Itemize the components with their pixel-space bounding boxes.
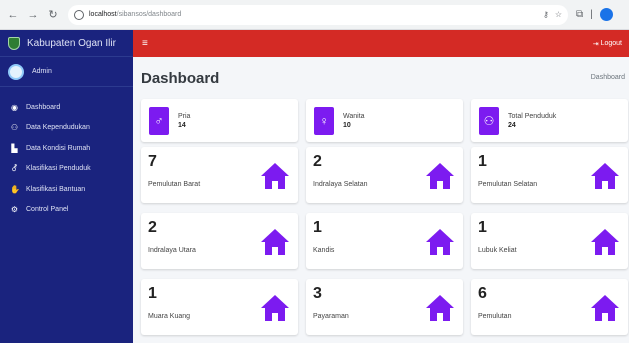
reload-icon[interactable]: ↻ [46, 8, 60, 22]
home-icon [591, 295, 619, 321]
info-box-total-penduduk: ⚇ Total Penduduk 24 [471, 99, 628, 142]
sidebar-item-label: Control Panel [26, 206, 69, 214]
info-box-pria: ♂ Pria 14 [141, 99, 298, 142]
sidebar-item-dashboard[interactable]: ◉ Dashboard [0, 97, 133, 118]
logout-label: Logout [600, 40, 622, 47]
users-icon: ⚇ [479, 106, 499, 135]
region-box-muara-kuang: 1 Muara Kuang [141, 279, 298, 335]
page-title: Dashboard [141, 70, 220, 87]
female-icon: ♀ [314, 106, 334, 135]
region-name: Pemulutan [478, 313, 512, 320]
menu-toggle-icon[interactable]: ≡ [142, 38, 148, 49]
region-box-kandis: 1 Kandis [306, 213, 463, 269]
browser-toolbar: ← → ↻ localhost/sibansos/dashboard ⚷ ☆ ⧉… [0, 0, 629, 30]
region-name: Indralaya Selatan [313, 181, 368, 188]
region-box-indralaya-selatan: 2 Indralaya Selatan [306, 147, 463, 203]
brand-name: Kabupaten Ogan Ilir [27, 37, 116, 49]
region-count: 2 [313, 153, 322, 170]
password-key-icon[interactable]: ⚷ [543, 10, 549, 19]
sidebar-menu: ◉ Dashboard ⚇ Data Kependudukan ▙ Data K… [0, 87, 133, 220]
url-host: localhost [89, 11, 117, 18]
sidebar-item-control-panel[interactable]: ⚙ Control Panel [0, 200, 133, 221]
divider: | [590, 9, 593, 20]
region-name: Pemulutan Barat [148, 181, 201, 188]
home-icon [261, 163, 289, 189]
region-name: Muara Kuang [148, 313, 191, 320]
sidebar-item-klasifikasi-penduduk[interactable]: ⚦ Klasifikasi Penduduk [0, 159, 133, 180]
profile-avatar[interactable] [599, 8, 613, 21]
region-count: 7 [148, 153, 157, 170]
region-count: 6 [478, 285, 487, 302]
bookmark-star-icon[interactable]: ☆ [555, 10, 562, 19]
region-count: 1 [313, 219, 322, 236]
building-icon: ▙ [11, 143, 18, 153]
info-box-wanita: ♀ Wanita 10 [306, 99, 463, 142]
sidebar-item-label: Klasifikasi Penduduk [26, 165, 91, 173]
forward-icon[interactable]: → [26, 8, 40, 22]
home-icon [426, 295, 454, 321]
sidebar-item-data-kependudukan[interactable]: ⚇ Data Kependudukan [0, 118, 133, 139]
region-name: Pemulutan Selatan [478, 181, 538, 188]
region-box-pemulutan-barat: 7 Pemulutan Barat [141, 147, 298, 203]
brand[interactable]: Kabupaten Ogan Ilir [0, 30, 133, 57]
home-icon [591, 229, 619, 255]
breadcrumb[interactable]: Dashboard [591, 74, 625, 81]
palette-icon: ◉ [11, 102, 18, 112]
top-navbar: ≡ ⇥ Logout [133, 30, 629, 57]
home-icon [261, 229, 289, 255]
info-value: 24 [508, 121, 516, 129]
home-icon [591, 163, 619, 189]
home-icon [426, 163, 454, 189]
hand-icon: ✋ [10, 184, 20, 194]
region-name: Indralaya Utara [148, 247, 196, 254]
info-label: Wanita [343, 112, 365, 120]
region-box-pemulutan: 6 Pemulutan [471, 279, 628, 335]
logout-icon: ⇥ [592, 40, 599, 48]
region-box-payaraman: 3 Payaraman [306, 279, 463, 335]
site-info-icon[interactable] [74, 9, 84, 20]
logout-button[interactable]: ⇥ Logout [593, 40, 622, 48]
region-count: 2 [148, 219, 157, 236]
region-name: Kandis [313, 247, 335, 254]
user-name: Admin [32, 68, 52, 75]
male-icon: ♂ [149, 106, 169, 135]
sidebar-item-label: Data Kependudukan [26, 124, 90, 132]
region-count: 1 [478, 219, 487, 236]
url-path: /sibansos/dashboard [116, 11, 182, 18]
address-bar[interactable]: localhost/sibansos/dashboard ⚷ ☆ [68, 4, 568, 25]
extensions-icon[interactable]: ⧉ [576, 9, 583, 20]
region-box-lubuk-keliat: 1 Lubuk Keliat [471, 213, 628, 269]
region-count: 1 [478, 153, 487, 170]
sidebar-item-label: Data Kondisi Rumah [26, 144, 91, 152]
sidebar-item-klasifikasi-bantuan[interactable]: ✋ Klasifikasi Bantuan [0, 179, 133, 200]
user-panel[interactable]: Admin [0, 57, 133, 87]
region-count: 3 [313, 285, 322, 302]
region-count: 1 [148, 285, 157, 302]
region-name: Lubuk Keliat [478, 247, 517, 254]
main-content: Dashboard Dashboard ♂ Pria 14 ♀ Wanita 1… [133, 57, 629, 343]
sidebar: Kabupaten Ogan Ilir Admin ◉ Dashboard ⚇ … [0, 30, 133, 343]
info-value: 10 [343, 121, 351, 129]
users-icon: ⚇ [10, 123, 19, 133]
home-icon [261, 295, 289, 321]
male-female-icon: ⚦ [11, 164, 18, 174]
region-box-pemulutan-selatan: 1 Pemulutan Selatan [471, 147, 628, 203]
region-box-indralaya-utara: 2 Indralaya Utara [141, 213, 298, 269]
sidebar-item-label: Dashboard [26, 103, 61, 111]
gear-icon: ⚙ [10, 205, 19, 215]
regency-logo-icon [8, 36, 20, 50]
info-value: 14 [178, 121, 186, 129]
back-icon[interactable]: ← [6, 8, 20, 22]
sidebar-item-label: Klasifikasi Bantuan [26, 185, 86, 193]
home-icon [426, 229, 454, 255]
region-name: Payaraman [313, 313, 349, 320]
info-label: Pria [178, 112, 191, 120]
sidebar-item-data-kondisi-rumah[interactable]: ▙ Data Kondisi Rumah [0, 138, 133, 159]
avatar [8, 63, 24, 80]
info-label: Total Penduduk [508, 112, 557, 120]
